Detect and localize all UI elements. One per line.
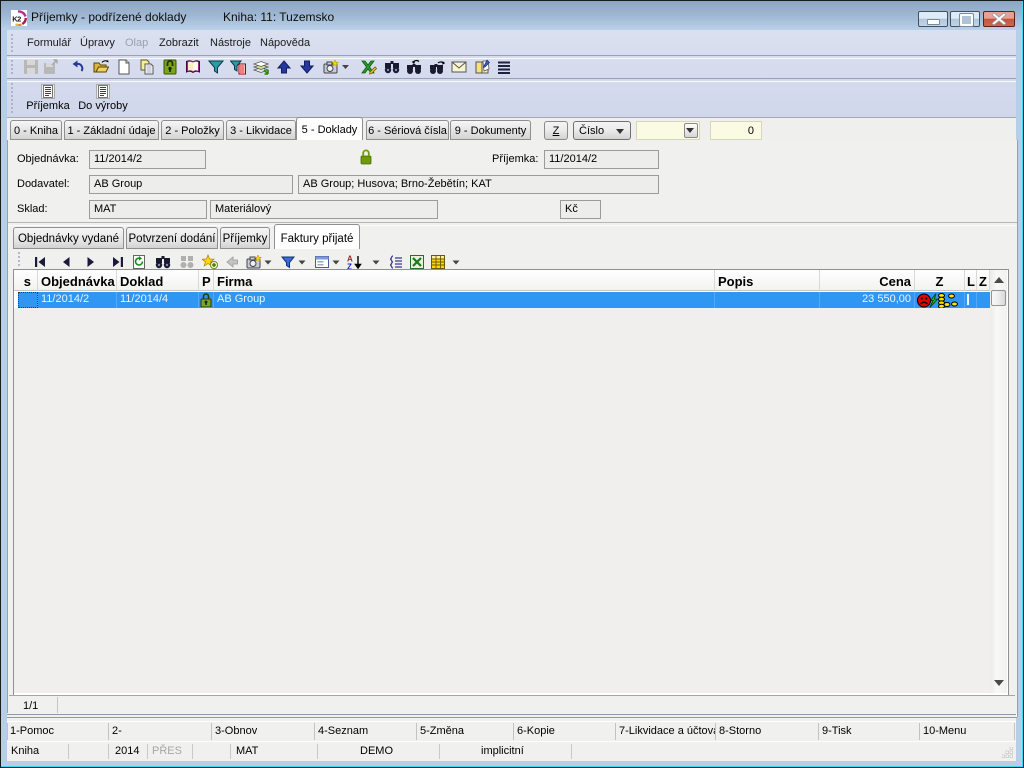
svg-text:K2: K2 — [12, 15, 21, 24]
